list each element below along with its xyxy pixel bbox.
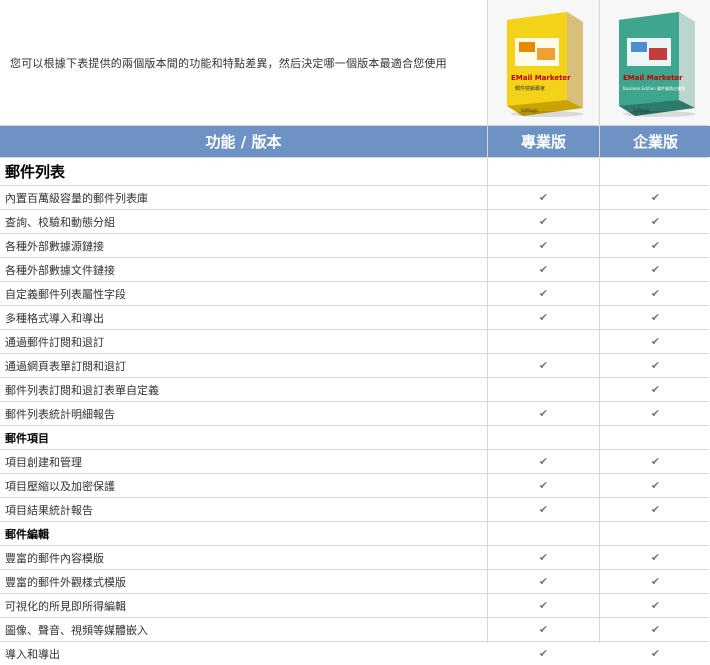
feature-label: 通過郵件訂閱和退訂 — [0, 330, 487, 353]
pro-check-icon: ✔ — [488, 402, 599, 425]
feature-label: 豐富的郵件外觀樣式模版 — [0, 570, 487, 593]
feature-label: 導入和導出 — [0, 642, 487, 665]
business-check-icon: ✔ — [600, 282, 710, 305]
pro-column-header: 專業版 — [488, 126, 599, 157]
pro-check-icon: ✔ — [488, 498, 599, 521]
pro-check-icon: ✔ — [488, 186, 599, 209]
business-check-icon: ✔ — [600, 378, 710, 401]
pro-check-icon: ✔ — [488, 474, 599, 497]
feature-label: 郵件列表訂閱和退訂表單自定義 — [0, 378, 487, 401]
feature-label: 項目壓縮以及加密保護 — [0, 474, 487, 497]
business-check-icon: ✔ — [600, 330, 710, 353]
comparison-table: 您可以根據下表提供的兩個版本間的功能和特點差異，然后決定哪一個版本最適合您使用 … — [0, 0, 710, 665]
pro-check-icon: ✔ — [488, 282, 599, 305]
feature-label: 自定義郵件列表屬性字段 — [0, 282, 487, 305]
pro-check-icon: ✔ — [488, 234, 599, 257]
feature-label: 豐富的郵件內容模版 — [0, 546, 487, 569]
pro-check-icon: ✔ — [488, 570, 599, 593]
business-box-subtitle: Business Edition 郵件營銷企業版 — [623, 85, 685, 91]
business-check-icon: ✔ — [600, 306, 710, 329]
feature-label: 查詢、校驗和動態分組 — [0, 210, 487, 233]
section-business-cell — [600, 426, 710, 449]
pro-box-subtitle: 郵件營銷專家 — [515, 85, 545, 92]
pro-check-icon: ✔ — [488, 354, 599, 377]
feature-label: 項目創建和管理 — [0, 450, 487, 473]
feature-label: 郵件列表統計明細報告 — [0, 402, 487, 425]
pro-check-icon: ✔ — [488, 594, 599, 617]
pro-check-icon: ✔ — [488, 642, 599, 665]
business-product-box: EMail Marketer Business Edition 郵件營銷企業版 … — [600, 0, 710, 125]
section-title: 郵件列表 — [0, 158, 487, 185]
business-check-icon: ✔ — [600, 594, 710, 617]
feature-label: 各種外部數據源鏈接 — [0, 234, 487, 257]
section-business-cell — [600, 158, 710, 185]
business-check-icon: ✔ — [600, 354, 710, 377]
business-check-icon: ✔ — [600, 402, 710, 425]
business-check-icon: ✔ — [600, 498, 710, 521]
business-check-icon: ✔ — [600, 234, 710, 257]
business-box-image: EMail Marketer Business Edition 郵件營銷企業版 … — [618, 11, 695, 117]
business-check-icon: ✔ — [600, 546, 710, 569]
feature-label: 各種外部數據文件鏈接 — [0, 258, 487, 281]
feature-label: 多種格式導入和導出 — [0, 306, 487, 329]
section-pro-cell — [488, 522, 599, 545]
section-pro-cell — [488, 426, 599, 449]
pro-product-box: EMail Marketer 郵件營銷專家 Softlogic — [488, 0, 599, 125]
feature-label: 內置百萬級容量的郵件列表庫 — [0, 186, 487, 209]
pro-box-brand: EMail Marketer — [511, 74, 571, 82]
business-check-icon: ✔ — [600, 186, 710, 209]
pro-check-icon: ✔ — [488, 618, 599, 641]
pro-check-icon — [488, 378, 599, 401]
business-check-icon: ✔ — [600, 642, 710, 665]
business-check-icon: ✔ — [600, 258, 710, 281]
business-check-icon: ✔ — [600, 570, 710, 593]
intro-text: 您可以根據下表提供的兩個版本間的功能和特點差異，然后決定哪一個版本最適合您使用 — [0, 0, 487, 125]
business-check-icon: ✔ — [600, 450, 710, 473]
pro-check-icon — [488, 330, 599, 353]
business-check-icon: ✔ — [600, 210, 710, 233]
pro-check-icon: ✔ — [488, 210, 599, 233]
pro-check-icon: ✔ — [488, 306, 599, 329]
business-check-icon: ✔ — [600, 618, 710, 641]
feature-column-header: 功能 / 版本 — [0, 126, 487, 157]
feature-label: 通過網頁表單訂閱和退訂 — [0, 354, 487, 377]
business-column-header: 企業版 — [600, 126, 710, 157]
pro-check-icon: ✔ — [488, 450, 599, 473]
section-title: 郵件項目 — [0, 426, 487, 449]
business-check-icon: ✔ — [600, 474, 710, 497]
pro-check-icon: ✔ — [488, 258, 599, 281]
feature-label: 可視化的所見即所得編輯 — [0, 594, 487, 617]
pro-check-icon: ✔ — [488, 546, 599, 569]
pro-box-image: EMail Marketer 郵件營銷專家 Softlogic — [506, 11, 583, 117]
section-business-cell — [600, 522, 710, 545]
business-box-brand: EMail Marketer — [623, 74, 683, 82]
section-pro-cell — [488, 158, 599, 185]
feature-label: 圖像、聲音、視頻等媒體嵌入 — [0, 618, 487, 641]
section-title: 郵件編輯 — [0, 522, 487, 545]
feature-label: 項目結果統計報告 — [0, 498, 487, 521]
